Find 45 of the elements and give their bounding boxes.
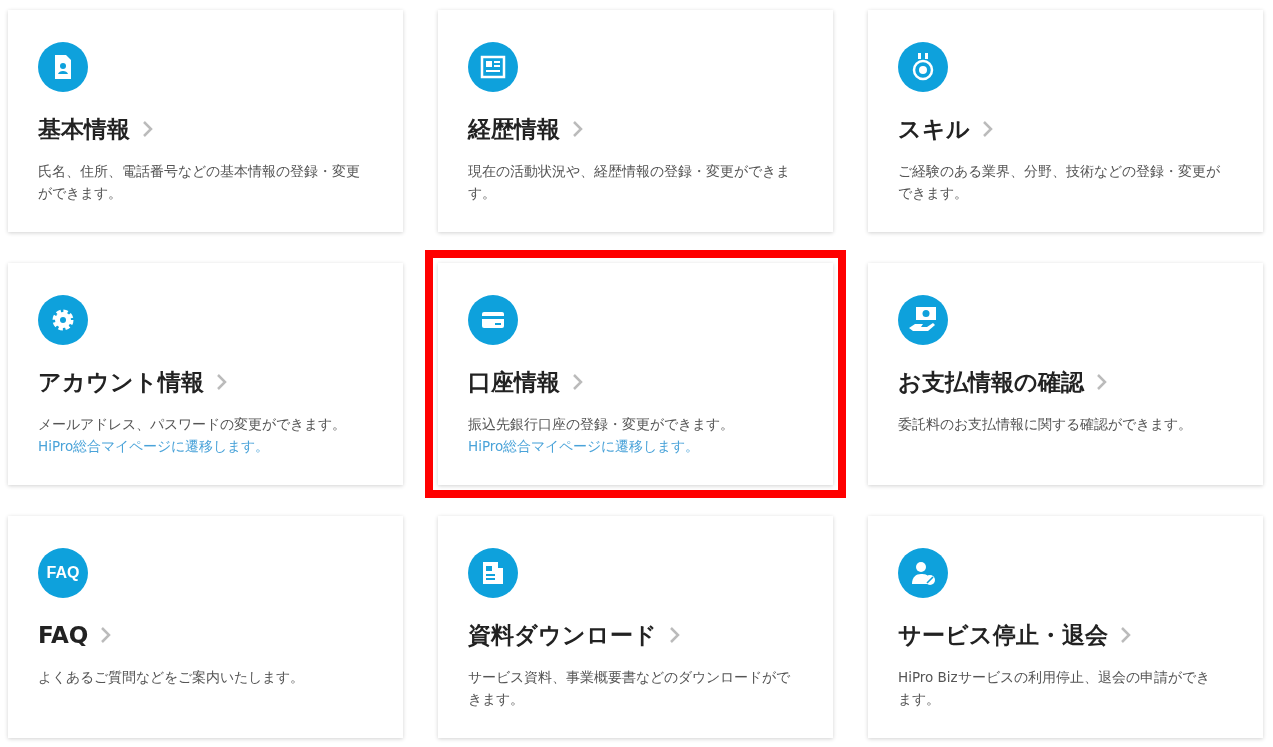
menu-card[interactable]: FAQ FAQ よくあるご質問などをご案内いたします。 [8, 516, 403, 738]
card-description: メールアドレス、パスワードの変更ができます。 [38, 415, 347, 434]
menu-card[interactable]: 経歴情報 現在の活動状況や、経歴情報の登録・変更ができます。 [438, 10, 833, 232]
card-description: 振込先銀行口座の登録・変更ができます。 [468, 415, 735, 434]
chevron-icon [572, 120, 584, 138]
card-title: スキル [898, 114, 970, 144]
gear-icon [38, 295, 88, 345]
card-description: 現在の活動状況や、経歴情報の登録・変更ができます。 [468, 162, 790, 203]
menu-card[interactable]: 基本情報 氏名、住所、電話番号などの基本情報の登録・変更ができます。 [8, 10, 403, 232]
menu-card[interactable]: 口座情報 振込先銀行口座の登録・変更ができます。 HiPro総合マイページに遷移します。 [438, 263, 833, 485]
card-description: ご経験のある業界、分野、技術などの登録・変更ができます。 [898, 162, 1220, 203]
card-description: 氏名、住所、電話番号などの基本情報の登録・変更ができます。 [38, 162, 360, 203]
card-description: 委託料のお支払情報に関する確認ができます。 [898, 415, 1193, 434]
chevron-icon [572, 373, 584, 391]
chevron-icon [1096, 373, 1108, 391]
banknote-hand-icon [898, 295, 948, 345]
card-description: よくあるご質問などをご案内いたします。 [38, 668, 305, 687]
menu-card[interactable]: サービス停止・退会 HiPro Bizサービスの利用停止、退会の申請ができます。 [868, 516, 1263, 738]
profile-card-icon [38, 42, 88, 92]
chevron-icon [982, 120, 994, 138]
card-title: 経歴情報 [468, 114, 560, 144]
user-blocked-icon [898, 548, 948, 598]
card-description: HiPro Bizサービスの利用停止、退会の申請ができます。 [898, 668, 1211, 709]
newspaper-icon [468, 42, 518, 92]
menu-card[interactable]: スキル ご経験のある業界、分野、技術などの登録・変更ができます。 [868, 10, 1263, 232]
card-title: 口座情報 [468, 367, 560, 397]
card-title: アカウント情報 [38, 367, 204, 397]
chevron-icon [100, 626, 113, 644]
card-title: 資料ダウンロード [468, 620, 657, 650]
medal-icon [898, 42, 948, 92]
chevron-icon [1120, 626, 1132, 644]
card-title: FAQ [38, 622, 89, 648]
credit-card-icon [468, 295, 518, 345]
menu-card[interactable]: 資料ダウンロード サービス資料、事業概要書などのダウンロードができます。 [438, 516, 833, 738]
chevron-icon [216, 373, 228, 391]
document-icon [468, 548, 518, 598]
menu-card[interactable]: お支払情報の確認 委託料のお支払情報に関する確認ができます。 [868, 263, 1263, 485]
chevron-icon [142, 120, 154, 138]
card-description: サービス資料、事業概要書などのダウンロードができます。 [468, 668, 790, 709]
card-title: 基本情報 [38, 114, 130, 144]
chevron-icon [669, 626, 681, 644]
menu-card[interactable]: アカウント情報 メールアドレス、パスワードの変更ができます。 HiPro総合マイページに遷移します。 [8, 263, 403, 485]
faq-icon: FAQ [38, 548, 88, 598]
card-title: サービス停止・退会 [898, 620, 1108, 650]
card-title: お支払情報の確認 [898, 367, 1084, 397]
